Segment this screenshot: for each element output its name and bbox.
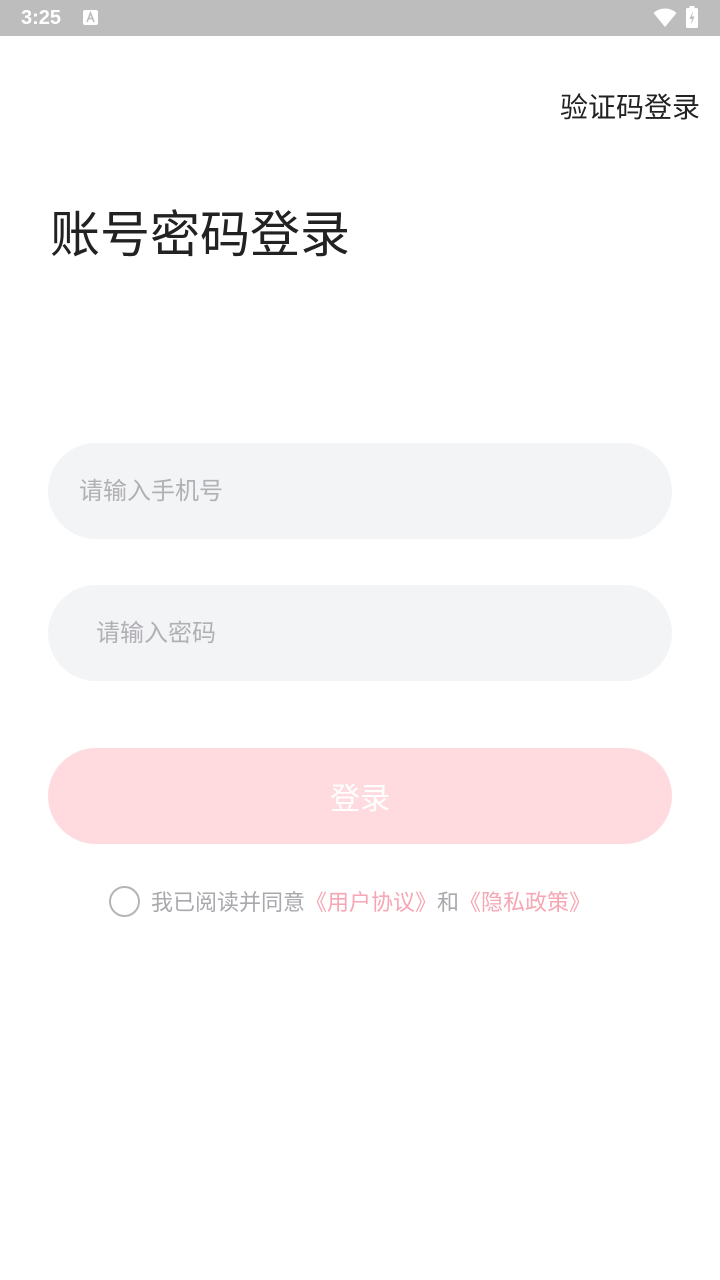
agreement-prefix: 我已阅读并同意: [151, 891, 306, 916]
privacy-policy-link[interactable]: 《隐私政策》: [459, 885, 591, 917]
status-time: 3:25: [21, 7, 62, 29]
agreement-conjunction: 和: [437, 891, 460, 916]
page-title: 账号密码登录: [50, 206, 350, 264]
agreement-row: 我已阅读并同意 《用户协议》 和 《隐私政策》: [109, 884, 591, 918]
sms-code-login-link[interactable]: 验证码登录: [560, 90, 700, 126]
battery-icon: [686, 6, 698, 28]
login-button[interactable]: 登录: [48, 748, 672, 844]
phone-input[interactable]: [48, 443, 672, 539]
user-agreement-link[interactable]: 《用户协议》: [305, 885, 437, 917]
status-bar: 3:25: [0, 0, 720, 36]
password-input[interactable]: [48, 585, 672, 681]
agree-radio[interactable]: [109, 885, 140, 917]
wifi-icon: [653, 8, 677, 27]
phone-field: [48, 443, 672, 539]
a-icon: [83, 10, 98, 25]
password-field: [48, 585, 672, 681]
